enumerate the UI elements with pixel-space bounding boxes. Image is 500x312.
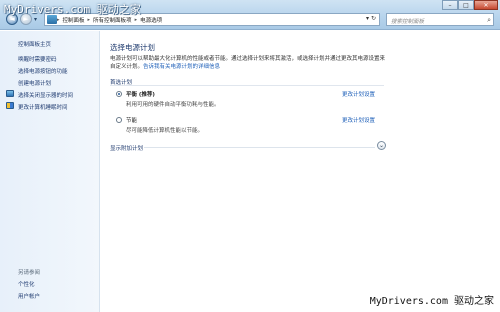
maximize-button[interactable]: □ (458, 0, 474, 10)
sidebar: 控制面板主页 唤醒时需要密码 选择电源按钮的功能 创建电源计划 选择关闭显示器的… (0, 31, 100, 312)
sidebar-link-display-off[interactable]: 选择关闭显示器的时间 (18, 91, 73, 99)
sidebar-link-create-plan[interactable]: 创建电源计划 (18, 79, 51, 87)
see-also-heading: 另请参阅 (18, 270, 41, 276)
search-placeholder: 搜索控制面板 (391, 19, 425, 25)
watermark-bottom: MyDrivers.com 驱动之家 (369, 296, 494, 307)
page-title: 选择电源计划 (110, 43, 155, 52)
plan-power-saver-name[interactable]: 节能 (126, 116, 137, 124)
display-icon (6, 90, 14, 97)
search-input[interactable]: 搜索控制面板 ⌕ (386, 13, 494, 26)
plan-power-saver-description: 尽可能降低计算机性能以节能。 (126, 128, 204, 134)
plan-power-saver-radio[interactable] (116, 117, 122, 123)
sidebar-link-user-accounts[interactable]: 用户帐户 (18, 292, 40, 300)
minimize-button[interactable]: – (442, 0, 458, 10)
plan-balanced-radio[interactable] (116, 91, 122, 97)
main-content: 选择电源计划 电源计划可以帮助最大化计算机的性能或者节能。通过选择计划来将其激活… (101, 31, 500, 312)
window-controls: – □ ✕ (442, 0, 498, 10)
chevron-down-icon[interactable]: ⌄ (377, 141, 386, 150)
power-plan-info-link[interactable]: 告诉我有关电源计划的详细信息 (143, 64, 220, 70)
plan-balanced-description: 利用可用的硬件自动平衡功耗与性能。 (126, 102, 220, 108)
show-additional-plans-label[interactable]: 显示附加计划 (110, 144, 143, 152)
plan-balanced-settings-link[interactable]: 更改计划设置 (342, 90, 375, 98)
address-refresh-icon[interactable]: ▾ ↻ (366, 15, 376, 22)
title-bar: ◄ ► ▾ ▸ 控制面板 ▸ 所有控制面板项 ▸ 电源选项 ▾ ↻ 搜索控制面板… (0, 0, 500, 30)
breadcrumb-power-options[interactable]: 电源选项 (137, 16, 165, 24)
close-button[interactable]: ✕ (474, 0, 498, 10)
expander-divider (144, 147, 375, 148)
plan-power-saver-settings-link[interactable]: 更改计划设置 (342, 116, 375, 124)
watermark-top: MyDrivers.com 驱动之家 (4, 3, 141, 16)
sidebar-link-sleep-time[interactable]: 更改计算机睡眠时间 (18, 103, 68, 111)
sidebar-link-power-buttons[interactable]: 选择电源按钮的功能 (18, 67, 68, 75)
recent-pages-dropdown[interactable]: ▾ (34, 16, 37, 23)
sidebar-link-wake-password[interactable]: 唤醒时需要密码 (18, 55, 57, 63)
plan-balanced-name[interactable]: 平衡 (推荐) (126, 90, 155, 98)
page-description: 电源计划可以帮助最大化计算机的性能或者节能。通过选择计划来将其激活，或选择计划并… (110, 55, 388, 71)
sidebar-link-personalization[interactable]: 个性化 (18, 280, 35, 288)
shield-icon (6, 102, 14, 109)
section-divider (110, 85, 384, 86)
search-icon[interactable]: ⌕ (487, 16, 491, 25)
sidebar-home-link[interactable]: 控制面板主页 (18, 40, 51, 48)
